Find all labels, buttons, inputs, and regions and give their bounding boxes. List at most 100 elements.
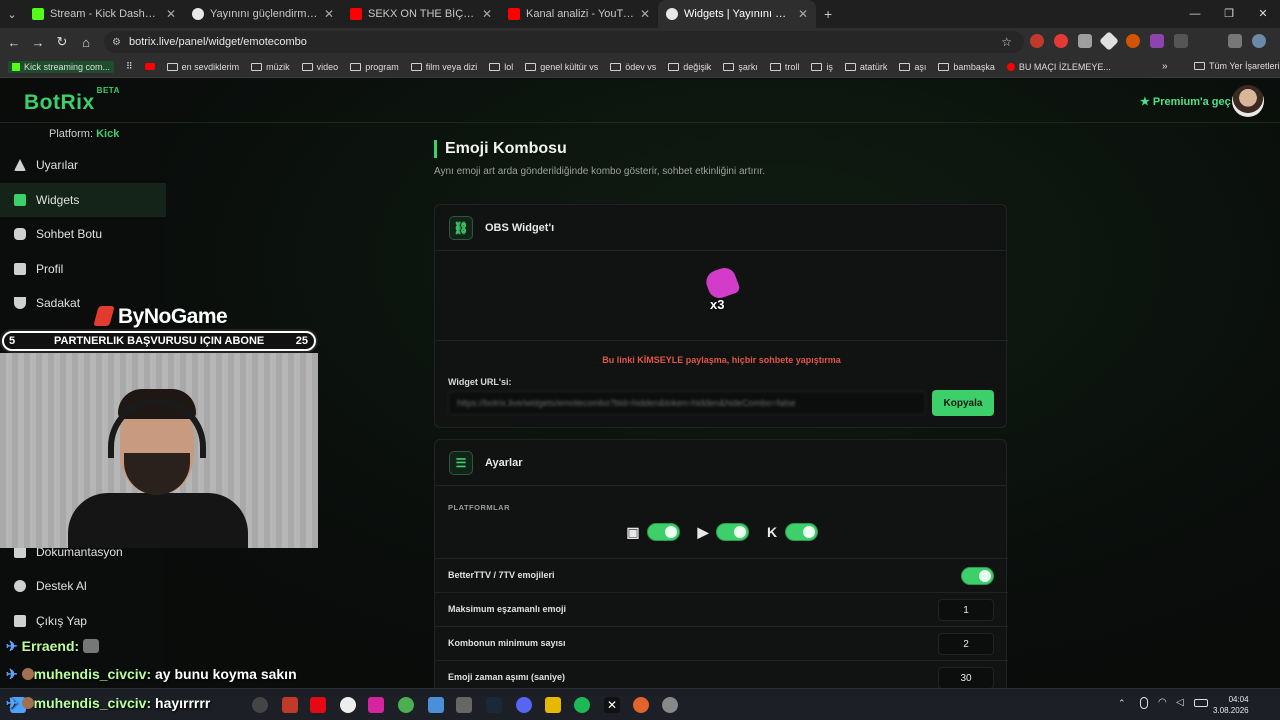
taskbar-app-icon[interactable] [282,697,298,713]
sidebar-item-sohbet-botu[interactable]: Sohbet Botu [0,217,166,251]
extension-icon[interactable] [1150,34,1164,48]
max-emoji-input[interactable]: 1 [938,599,994,621]
sidebar-item-profil[interactable]: Profil [0,252,166,286]
copy-button[interactable]: Kopyala [932,390,994,416]
profile-icon[interactable] [1252,34,1266,48]
taskbar-app-icon[interactable] [252,697,268,713]
reading-list-icon[interactable] [1228,34,1242,48]
taskbar-app-icon[interactable] [456,697,472,713]
system-clock[interactable]: 04:04 3.08.2026 [1213,694,1249,716]
bookmark-folder[interactable]: değişik [668,62,711,72]
maximize-icon[interactable]: ❐ [1212,0,1246,28]
reload-icon[interactable]: ↻ [50,34,74,50]
taskbar-app-icon[interactable] [633,697,649,713]
bookmark-folder[interactable]: program [350,62,399,72]
chrome-icon[interactable] [398,697,414,713]
tab-guclendirmek[interactable]: Yayınını güçlendirmek için e ✕ [184,0,342,28]
bookmark-folder[interactable]: aşı [899,62,926,72]
close-icon[interactable]: ✕ [482,7,492,21]
bookmark-star-icon[interactable]: ☆ [1001,35,1012,49]
bookmark-folder[interactable]: en sevdiklerim [166,62,239,72]
tab-widgets[interactable]: Widgets | Yayınını güçlendirmek ✕ [658,0,816,28]
bookmark-kick[interactable]: Kick streaming com... [8,60,115,73]
extension-icon[interactable] [1054,34,1068,48]
steam-icon[interactable] [486,697,502,713]
avatar[interactable] [1232,85,1264,117]
extension-icon[interactable] [1030,34,1044,48]
tab-kick-dashboard[interactable]: Stream - Kick Dashboard ✕ [24,0,184,28]
folder-icon [938,62,950,71]
bookmark-folder[interactable]: şarkı [723,62,758,72]
premium-button[interactable]: ★ Premium'a geç [1140,95,1231,108]
taskbar-app-icon[interactable] [545,697,561,713]
bttv-toggle[interactable] [961,567,994,585]
taskbar-app-icon[interactable] [662,697,678,713]
kick-toggle[interactable] [785,523,818,541]
widget-preview: x3 [435,251,1008,341]
timeout-input[interactable]: 30 [938,667,994,689]
battery-icon[interactable] [1194,699,1208,707]
bookmark-folder[interactable]: troll [769,62,799,72]
taskbar-app-icon[interactable] [428,697,444,713]
menu-icon[interactable]: ⋮ [1276,34,1280,48]
microphone-icon[interactable] [1140,697,1148,709]
page-title: Emoji Kombosu [434,140,567,158]
wifi-icon[interactable]: ◠ [1158,697,1167,708]
sidebar-item-cikis[interactable]: Çıkış Yap [0,604,166,638]
tab-search-button[interactable]: ⌄ [0,0,24,28]
close-icon[interactable]: ✕ [798,7,808,21]
netflix-icon[interactable] [310,697,326,713]
bookmark-folder[interactable]: film veya dizi [410,62,477,72]
spotify-icon[interactable] [574,697,590,713]
tab-youtube-video[interactable]: SEKX ON THE BİÇ | Madara Old ✕ [342,0,500,28]
botrix-logo[interactable]: BotRixBETA [24,86,120,115]
beta-badge: BETA [96,86,120,95]
extension-icon[interactable] [1078,34,1092,48]
sidebar-item-uyarilar[interactable]: Uyarılar [0,148,166,182]
x-icon[interactable]: ✕ [604,697,620,713]
close-icon[interactable]: ✕ [324,7,334,21]
bookmark-folder[interactable]: müzik [251,62,290,72]
tab-youtube-studio[interactable]: Kanal analizi - YouTube Studio ✕ [500,0,658,28]
sidebar-item-widgets[interactable]: Widgets [0,183,166,217]
user-badge-icon [21,668,34,680]
chatgpt-icon[interactable] [340,697,356,713]
forward-icon[interactable]: → [26,35,50,50]
twitch-toggle[interactable] [647,523,680,541]
home-icon[interactable]: ⌂ [74,35,98,50]
more-bookmarks-icon[interactable]: » [1162,61,1168,72]
address-bar: ← → ↻ ⌂ ⚙ botrix.live/panel/widget/emote… [0,28,1280,56]
bookmark-folder[interactable]: ödev vs [610,62,656,72]
emote-image [703,264,741,302]
youtube-toggle[interactable] [716,523,749,541]
bookmark-youtube[interactable] [144,63,155,70]
discord-icon[interactable] [516,697,532,713]
back-icon[interactable]: ← [2,35,26,50]
bookmark-folder[interactable]: genel kültür vs [525,62,598,72]
new-tab-button[interactable]: + [816,0,840,28]
url-input[interactable]: ⚙ botrix.live/panel/widget/emotecombo ☆ [104,31,1024,53]
min-combo-input[interactable]: 2 [938,633,994,655]
bookmark-folder[interactable]: atatürk [844,62,887,72]
extensions-puzzle-icon[interactable] [1174,34,1188,48]
bookmark-folder[interactable]: bambaşka [938,62,995,72]
extension-icon[interactable] [1099,31,1119,51]
widget-url-field[interactable]: https://botrix.live/widgets/emotecombo?b… [448,391,926,415]
speaker-icon[interactable]: ◁ [1176,697,1184,708]
bookmark-youtube-video[interactable]: BU MAÇI İZLEMEYE... [1006,62,1111,72]
close-icon[interactable]: ✕ [640,7,650,21]
all-bookmarks[interactable]: Tüm Yer İşaretleri [1194,61,1280,71]
site-info-icon[interactable]: ⚙ [112,37,121,48]
bookmark-folder[interactable]: lol [489,62,513,72]
bookmark-folder[interactable]: video [301,62,338,72]
tray-chevron-icon[interactable]: ⌃ [1118,698,1126,709]
sidebar-item-destek[interactable]: Destek Al [0,569,166,603]
close-window-icon[interactable]: ✕ [1246,0,1280,28]
minimize-icon[interactable]: — [1178,0,1212,28]
extension-icon[interactable] [1126,34,1140,48]
apps-icon[interactable]: ⠿ [126,61,133,72]
instagram-icon[interactable] [368,697,384,713]
close-icon[interactable]: ✕ [166,7,176,21]
bookmark-folder[interactable]: iş [811,62,833,72]
